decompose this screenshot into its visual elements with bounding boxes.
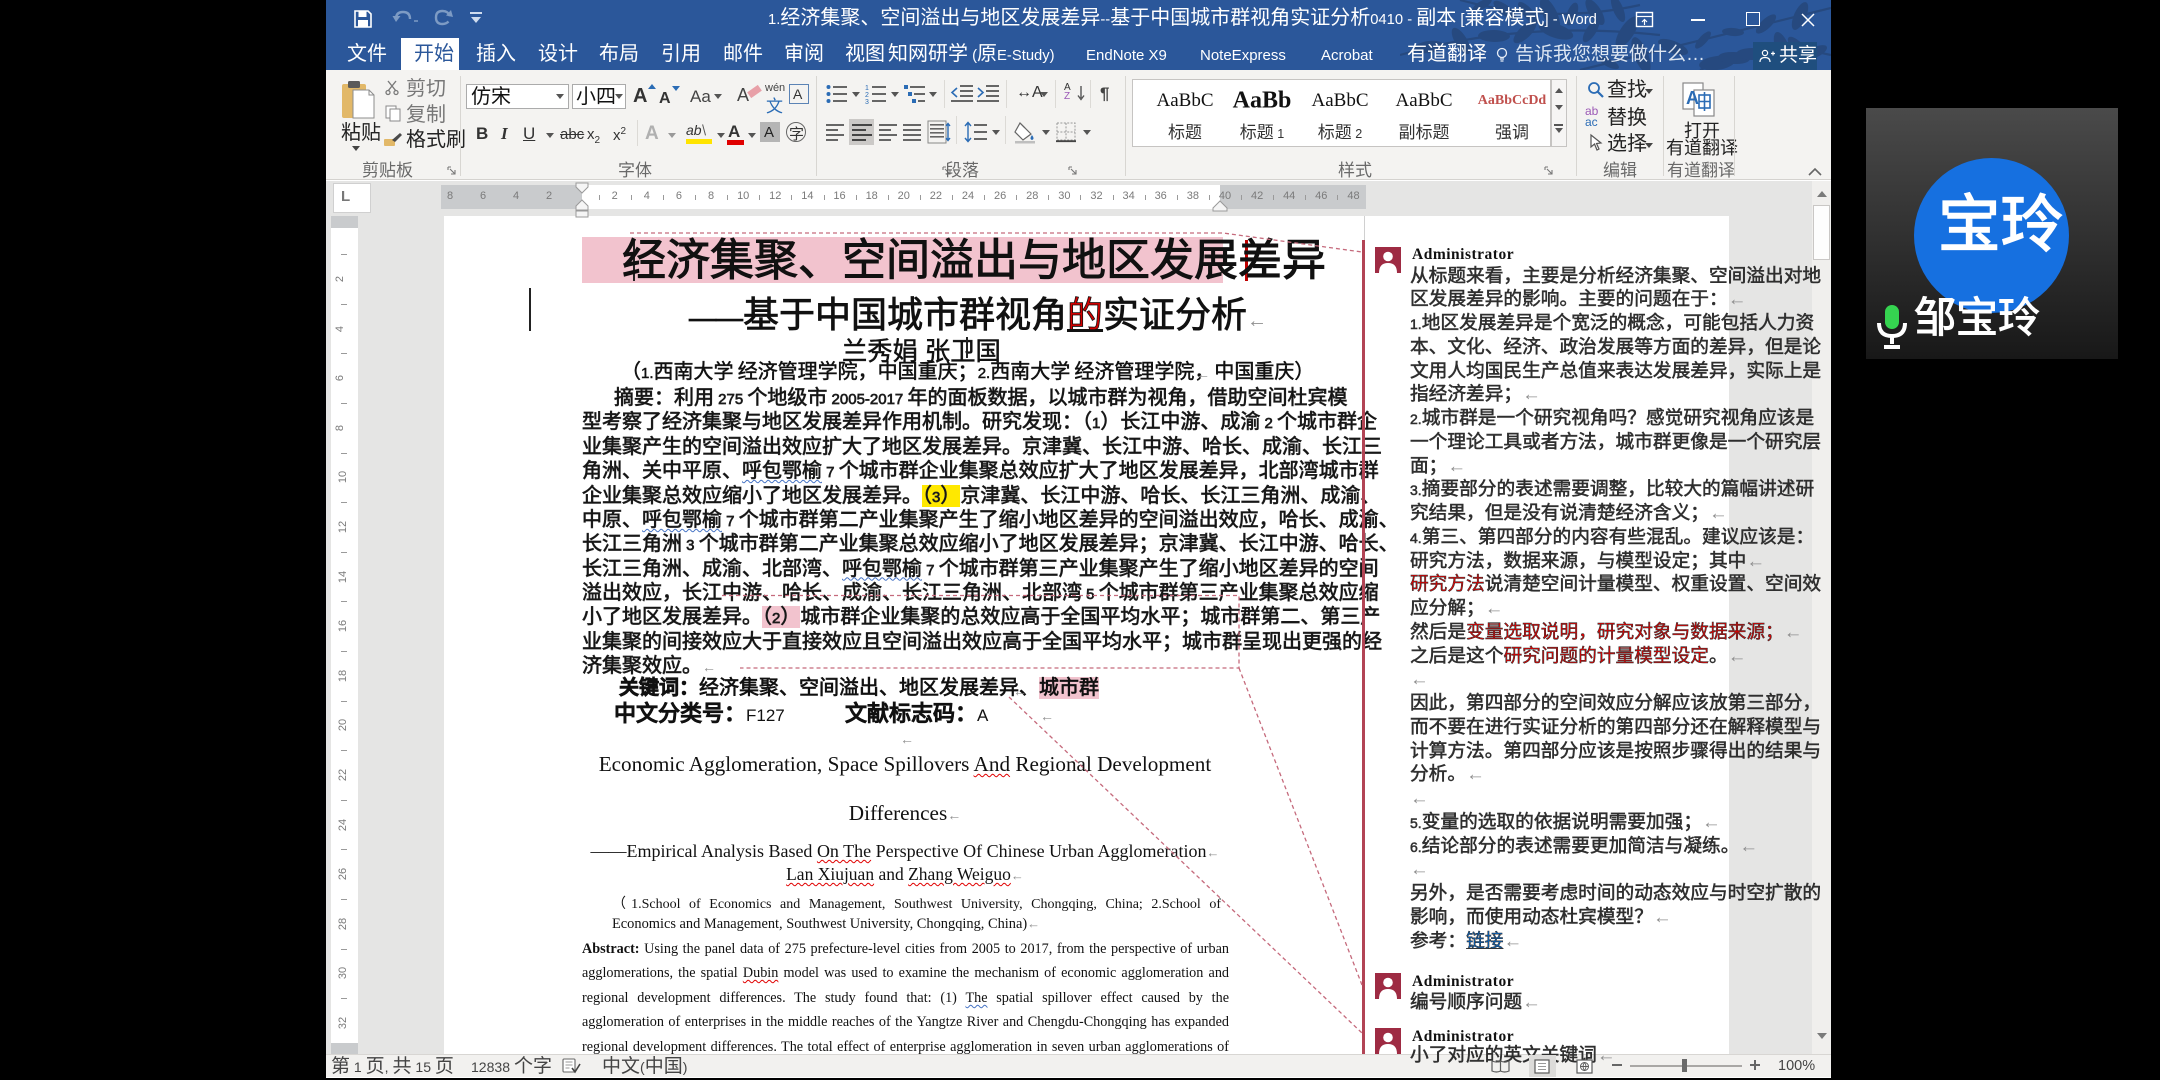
svg-text:1: 1: [865, 85, 869, 92]
svg-text:A: A: [1686, 88, 1699, 108]
svg-text:2: 2: [865, 92, 869, 99]
svg-text:3: 3: [865, 99, 869, 106]
